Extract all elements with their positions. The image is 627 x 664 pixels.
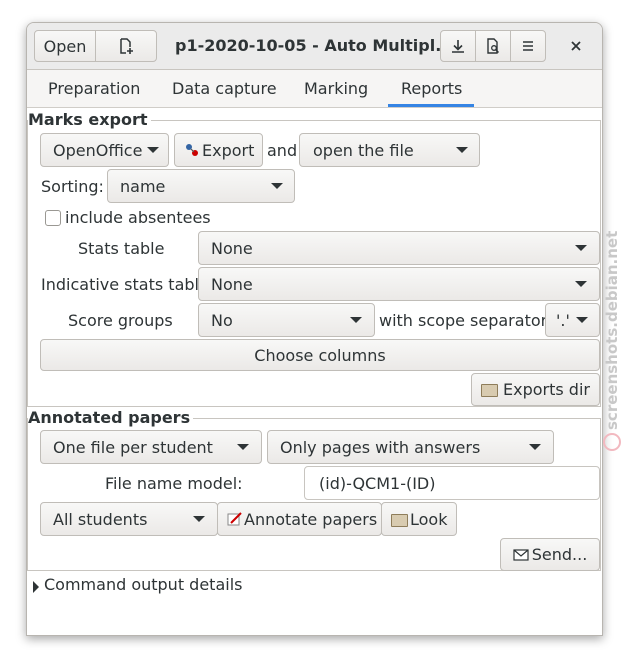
export-format-value: OpenOffice bbox=[53, 140, 143, 160]
pages-mode-dropdown[interactable]: Only pages with answers bbox=[267, 430, 554, 464]
look-label: Look bbox=[410, 509, 448, 529]
pages-mode-value: Only pages with answers bbox=[280, 437, 481, 457]
annotate-icon bbox=[227, 512, 242, 526]
score-groups-label: Score groups bbox=[68, 311, 173, 330]
stats-table-value: None bbox=[211, 238, 253, 258]
document-search-icon bbox=[487, 38, 500, 54]
chevron-down-icon bbox=[237, 444, 249, 450]
folder-icon bbox=[481, 384, 498, 397]
export-format-dropdown[interactable]: OpenOffice bbox=[40, 133, 169, 167]
close-button[interactable] bbox=[563, 33, 589, 59]
marks-export-heading: Marks export bbox=[28, 110, 151, 129]
indicative-stats-dropdown[interactable]: None bbox=[198, 267, 600, 301]
active-tab-indicator bbox=[388, 104, 474, 107]
tab-reports[interactable]: Reports bbox=[401, 79, 462, 98]
after-export-dropdown[interactable]: open the file bbox=[299, 133, 480, 167]
chevron-down-icon bbox=[147, 147, 159, 153]
app-window: Open p1-2020-10-05 - Auto Multipl... Pre… bbox=[26, 22, 603, 636]
annotated-papers-heading: Annotated papers bbox=[28, 408, 194, 427]
indicative-stats-label: Indicative stats table bbox=[41, 275, 209, 294]
export-icon bbox=[186, 144, 198, 156]
chevron-down-icon bbox=[575, 281, 587, 287]
choose-columns-label: Choose columns bbox=[254, 345, 386, 365]
include-absentees-label: include absentees bbox=[65, 208, 211, 227]
annotate-papers-button[interactable]: Annotate papers bbox=[217, 502, 382, 536]
tab-preparation[interactable]: Preparation bbox=[48, 79, 140, 98]
reports-panel: Marks export OpenOffice Export and open … bbox=[27, 108, 602, 635]
command-output-label: Command output details bbox=[44, 575, 243, 594]
tab-marking[interactable]: Marking bbox=[304, 79, 368, 98]
scope-separator-value: '.' bbox=[556, 310, 570, 330]
send-button[interactable]: Send... bbox=[500, 538, 600, 571]
new-project-button[interactable] bbox=[95, 30, 157, 62]
file-name-model-input[interactable]: (id)-QCM1-(ID) bbox=[304, 466, 600, 500]
export-button-label: Export bbox=[202, 140, 255, 160]
sorting-dropdown[interactable]: name bbox=[107, 169, 295, 203]
annotate-papers-label: Annotate papers bbox=[244, 509, 378, 529]
file-mode-value: One file per student bbox=[53, 437, 213, 457]
students-value: All students bbox=[53, 509, 148, 529]
chevron-down-icon bbox=[271, 183, 283, 189]
tab-data-capture[interactable]: Data capture bbox=[172, 79, 277, 98]
scope-separator-label: with scope separator bbox=[379, 311, 548, 330]
menu-icon bbox=[523, 41, 533, 51]
open-button-label: Open bbox=[43, 36, 87, 56]
stats-table-dropdown[interactable]: None bbox=[198, 231, 600, 265]
stats-table-label: Stats table bbox=[78, 239, 165, 258]
download-icon bbox=[452, 40, 464, 53]
chevron-down-icon bbox=[529, 444, 541, 450]
students-dropdown[interactable]: All students bbox=[40, 502, 218, 536]
watermark-text: screenshots.debian.net bbox=[603, 230, 621, 430]
header-bar: Open p1-2020-10-05 - Auto Multipl... bbox=[27, 23, 602, 70]
menu-button[interactable] bbox=[510, 30, 546, 62]
exports-dir-label: Exports dir bbox=[503, 380, 590, 399]
folder-icon bbox=[391, 513, 408, 527]
score-groups-value: No bbox=[211, 310, 233, 330]
send-label: Send... bbox=[531, 545, 588, 564]
file-mode-dropdown[interactable]: One file per student bbox=[40, 430, 262, 464]
chevron-down-icon bbox=[193, 516, 205, 522]
window-title: p1-2020-10-05 - Auto Multipl... bbox=[175, 36, 454, 55]
and-label: and bbox=[267, 141, 298, 160]
chevron-down-icon bbox=[576, 317, 588, 323]
file-name-model-label: File name model: bbox=[105, 474, 243, 493]
chevron-down-icon bbox=[456, 147, 468, 153]
command-output-expander[interactable]: Command output details bbox=[27, 572, 602, 600]
preview-button[interactable] bbox=[475, 30, 511, 62]
after-export-value: open the file bbox=[313, 140, 414, 160]
scope-separator-dropdown[interactable]: '.' bbox=[545, 303, 600, 337]
chevron-down-icon bbox=[575, 245, 587, 251]
exports-dir-button[interactable]: Exports dir bbox=[471, 373, 600, 406]
close-icon bbox=[571, 41, 581, 51]
watermark-logo-icon bbox=[603, 433, 621, 451]
download-button[interactable] bbox=[440, 30, 476, 62]
choose-columns-button[interactable]: Choose columns bbox=[40, 339, 600, 371]
look-button[interactable]: Look bbox=[381, 502, 457, 536]
export-button[interactable]: Export bbox=[174, 133, 263, 167]
chevron-down-icon bbox=[350, 317, 362, 323]
include-absentees-checkbox[interactable] bbox=[45, 210, 61, 226]
score-groups-dropdown[interactable]: No bbox=[198, 303, 375, 337]
indicative-stats-value: None bbox=[211, 274, 253, 294]
notebook-tabs: Preparation Data capture Marking Reports bbox=[27, 70, 602, 108]
new-document-icon bbox=[120, 38, 133, 54]
sorting-value: name bbox=[120, 176, 166, 196]
envelope-icon bbox=[513, 548, 529, 561]
expander-arrow-icon bbox=[33, 581, 39, 593]
sorting-label: Sorting: bbox=[41, 177, 104, 196]
open-button[interactable]: Open bbox=[34, 30, 96, 62]
